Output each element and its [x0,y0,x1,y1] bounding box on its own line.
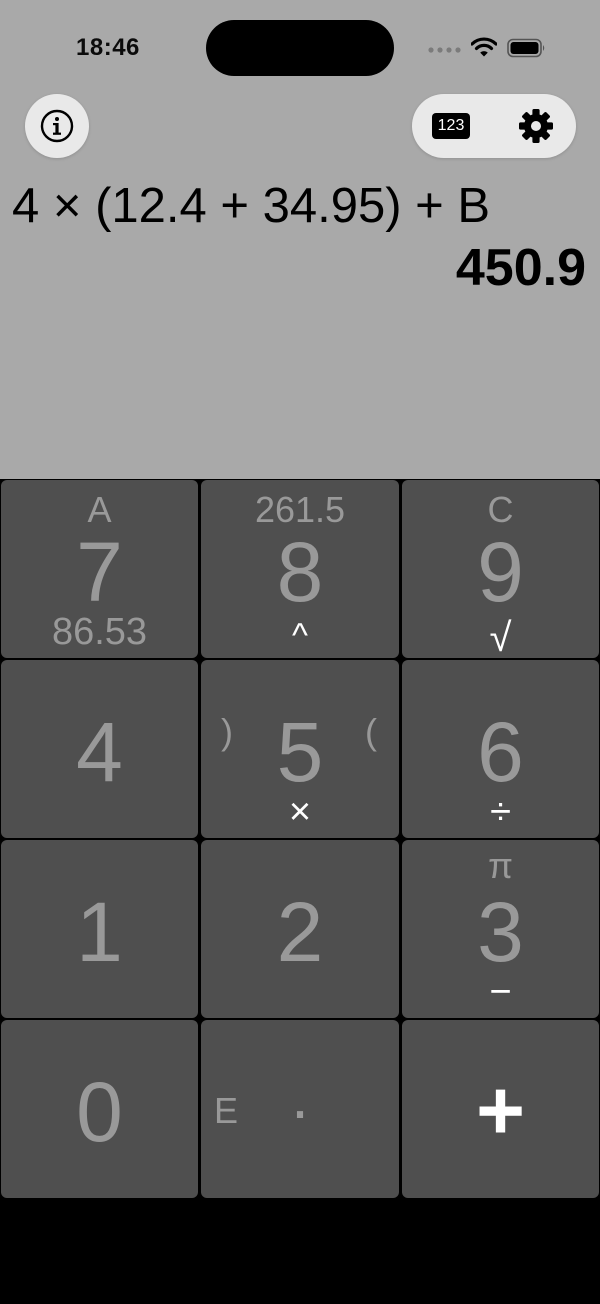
key-0-digit: 0 [76,1065,123,1159]
key-6-digit: 6 [477,705,524,799]
key-3[interactable]: π 3 − [402,840,599,1018]
key-3-pi-label: π [488,845,513,886]
key-2-digit: 2 [276,885,324,979]
number-mode-button[interactable]: 123 [432,113,470,139]
expression-display: 4 × (12.4 + 34.95) + B [12,179,491,233]
number-mode-label: 123 [437,117,465,134]
key-6-divide-operator: ÷ [490,791,511,833]
key-0[interactable]: 0 [1,1020,198,1198]
battery-icon [507,38,545,58]
key-5-open-paren: ( [365,711,377,752]
key-5-multiply-operator: × [288,791,312,833]
key-9-top-label: C [487,489,514,530]
signal-icon [428,47,461,53]
key-7-top-label: A [87,489,112,530]
key-7-bottom-label: 86.53 [51,611,148,653]
key-1[interactable]: 1 [1,840,198,1018]
key-9-digit: 9 [477,525,524,619]
key-5[interactable]: ) 5 ( × [201,660,399,838]
result-display: 450.9 [455,239,586,297]
status-icons [428,36,548,62]
status-time: 18:46 [76,34,140,61]
key-4[interactable]: 4 [1,660,198,838]
key-8[interactable]: 261.5 8 ^ [201,480,399,658]
info-icon [40,109,74,143]
gear-icon [519,109,553,143]
key-8-power-operator: ^ [292,617,308,655]
key-4-digit: 4 [76,705,123,799]
key-6[interactable]: 6 ÷ [402,660,599,838]
dynamic-island [206,20,394,76]
settings-button[interactable] [518,108,554,144]
key-9-sqrt-operator: √ [489,616,512,658]
key-2[interactable]: 2 [201,840,399,1018]
keypad: A 7 86.53 261.5 8 ^ C 9 √ 4 ) 5 ( × 6 ÷ … [0,479,600,1304]
wifi-icon [471,37,497,57]
key-plus[interactable]: + [402,1020,599,1198]
key-7[interactable]: A 7 86.53 [1,480,198,658]
key-decimal-point: · [289,1074,311,1146]
status-bar: 18:46 [0,0,600,96]
toolbar-pill: 123 [412,94,576,158]
key-8-digit: 8 [276,525,324,619]
info-button[interactable] [25,94,89,158]
key-3-minus-operator: − [489,971,512,1013]
key-3-digit: 3 [477,885,524,979]
key-8-top-label: 261.5 [254,489,346,530]
key-decimal[interactable]: E · [201,1020,399,1198]
key-7-digit: 7 [76,525,123,619]
key-9[interactable]: C 9 √ [402,480,599,658]
key-plus-operator: + [475,1063,526,1157]
key-1-digit: 1 [76,885,123,979]
